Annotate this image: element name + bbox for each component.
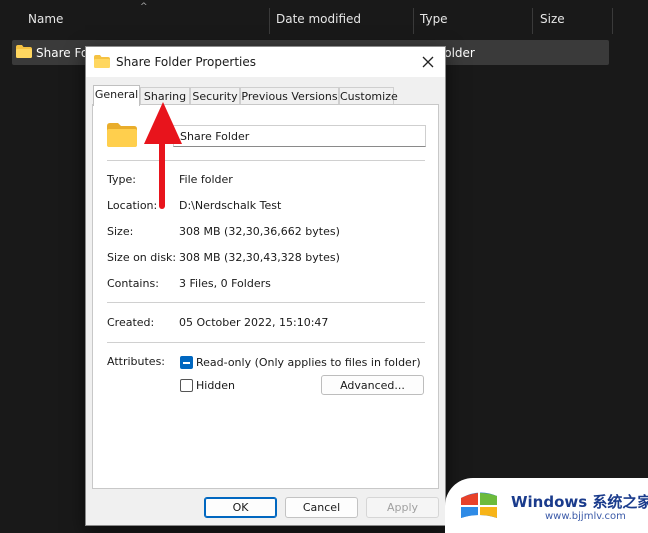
column-date-modified[interactable]: Date modified [276,12,361,26]
folder-icon [107,123,137,147]
explorer-column-header: ^ Name Date modified Type Size [0,0,648,38]
windows-logo-icon [461,491,497,518]
tab-general[interactable]: General [93,85,140,106]
close-button[interactable] [411,47,445,77]
column-separator[interactable] [532,8,533,34]
created-value: 05 October 2022, 15:10:47 [179,316,329,329]
annotation-arrow-icon [144,102,182,209]
folder-icon [16,45,32,58]
column-size[interactable]: Size [540,12,565,26]
dialog-title: Share Folder Properties [116,55,256,69]
folder-name-input[interactable] [173,125,426,147]
divider [107,342,425,343]
attributes-label: Attributes: [107,355,166,368]
ok-button[interactable]: OK [204,497,277,518]
apply-button[interactable]: Apply [366,497,439,518]
advanced-button[interactable]: Advanced... [321,375,424,395]
watermark-url: www.bjjmlv.com [545,511,626,522]
column-type[interactable]: Type [420,12,448,26]
size-label: Size: [107,225,134,238]
column-separator[interactable] [269,8,270,34]
file-row-name: Share Folder [36,46,88,60]
readonly-checkbox[interactable] [180,356,193,369]
created-label: Created: [107,316,155,329]
tab-customize[interactable]: Customize [339,87,398,105]
tab-security[interactable]: Security [190,87,240,105]
readonly-label[interactable]: Read-only (Only applies to files in fold… [196,356,421,369]
hidden-checkbox[interactable] [180,379,193,392]
close-icon [422,56,434,68]
contains-value: 3 Files, 0 Folders [179,277,271,290]
divider [107,302,425,303]
watermark-title: Windows 系统之家 [511,493,648,511]
size-on-disk-label: Size on disk: [107,251,177,264]
size-value: 308 MB (32,30,36,662 bytes) [179,225,340,238]
location-value: D:\Nerdschalk Test [179,199,282,212]
column-name[interactable]: Name [28,12,63,26]
cancel-button[interactable]: Cancel [285,497,358,518]
size-on-disk-value: 308 MB (32,30,43,328 bytes) [179,251,340,264]
dialog-titlebar[interactable]: Share Folder Properties [86,47,445,77]
sort-caret-icon: ^ [140,2,148,12]
watermark: Windows 系统之家 www.bjjmlv.com [445,478,648,533]
column-separator[interactable] [612,8,613,34]
contains-label: Contains: [107,277,159,290]
hidden-label[interactable]: Hidden [196,379,235,392]
column-separator[interactable] [413,8,414,34]
type-label: Type: [107,173,136,186]
tab-previous-versions[interactable]: Previous Versions [240,87,339,105]
folder-icon [94,55,110,68]
